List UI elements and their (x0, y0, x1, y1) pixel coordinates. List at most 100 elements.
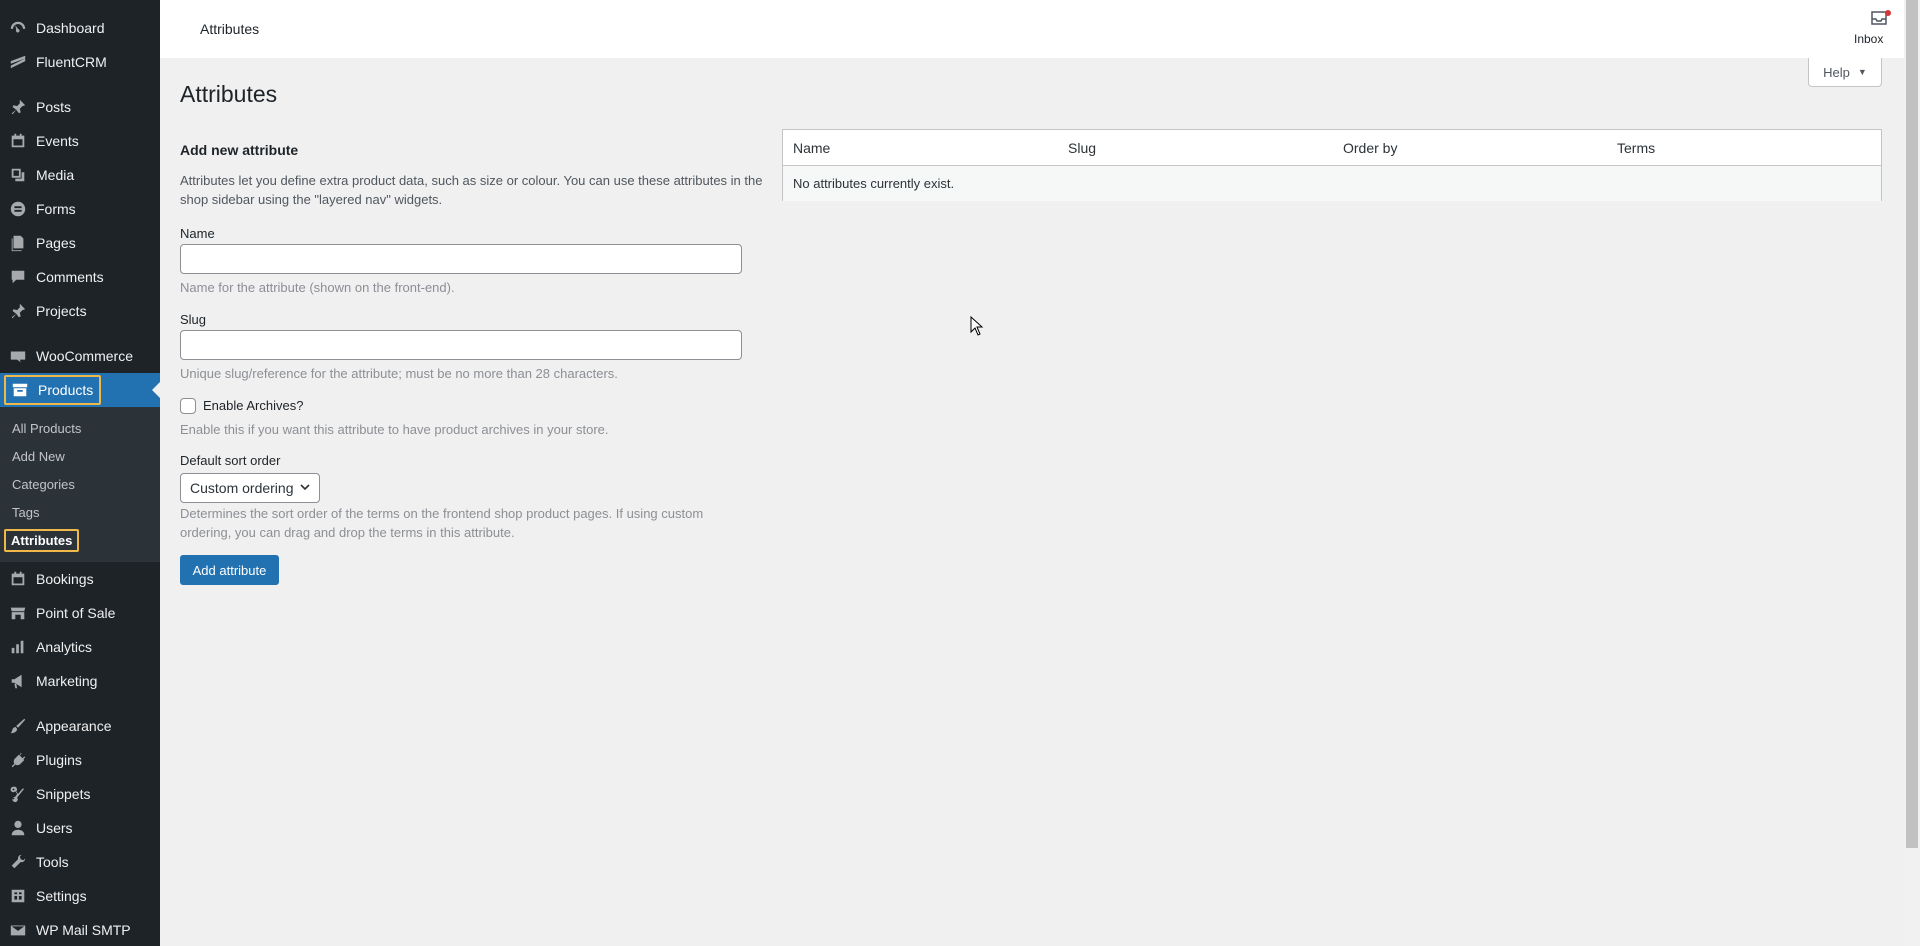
sidebar-item-woocommerce[interactable]: WooCommerce (0, 339, 160, 373)
calendar-icon (8, 131, 28, 151)
sort-order-select[interactable]: Custom ordering (180, 473, 320, 503)
inbox-label: Inbox (1854, 32, 1884, 46)
sidebar-item-users[interactable]: Users (0, 811, 160, 845)
pages-icon (8, 233, 28, 253)
submenu-add-new[interactable]: Add New (12, 449, 65, 464)
sidebar-item-comments[interactable]: Comments (0, 260, 160, 294)
media-icon (8, 165, 28, 185)
attributes-table: Name Slug Order by Terms No attributes c… (782, 129, 1882, 201)
sidebar-item-label: Bookings (36, 571, 94, 587)
sidebar-item-projects[interactable]: Projects (0, 294, 160, 328)
form-description: Attributes let you define extra product … (180, 173, 763, 207)
enable-archives-checkbox[interactable] (180, 398, 196, 414)
column-header-terms[interactable]: Terms (1617, 140, 1655, 156)
name-hint: Name for the attribute (shown on the fro… (180, 280, 455, 295)
submenu-tags[interactable]: Tags (12, 505, 39, 520)
sidebar-item-bookings[interactable]: Bookings (0, 562, 160, 596)
help-label: Help (1823, 64, 1850, 80)
scrollbar-thumb[interactable] (1906, 0, 1918, 848)
sidebar-item-events[interactable]: Events (0, 124, 160, 158)
comment-icon (8, 267, 28, 287)
form-title: Add new attribute (180, 142, 299, 158)
sidebar-item-label: Analytics (36, 639, 93, 655)
settings-icon (8, 886, 28, 906)
sidebar-item-tools[interactable]: Tools (0, 845, 160, 879)
sort-order-value: Custom ordering (190, 480, 294, 496)
sidebar-item-dashboard[interactable]: Dashboard (0, 11, 160, 45)
sidebar-item-media[interactable]: Media (0, 158, 160, 192)
sidebar-item-appearance[interactable]: Appearance (0, 709, 160, 743)
add-attribute-button[interactable]: Add attribute (180, 555, 279, 585)
sidebar-item-analytics[interactable]: Analytics (0, 630, 160, 664)
submenu-attributes[interactable]: Attributes (4, 529, 80, 552)
pin-icon (8, 97, 28, 117)
woo-icon (8, 346, 28, 366)
column-header-order-by[interactable]: Order by (1343, 140, 1397, 156)
name-input[interactable] (180, 244, 742, 274)
brush-icon (8, 716, 28, 736)
sidebar-item-label: Dashboard (36, 20, 105, 36)
sidebar-item-products[interactable]: Products (0, 373, 160, 407)
sidebar-item-label: Projects (36, 303, 87, 319)
enable-archives-label[interactable]: Enable Archives? (203, 398, 303, 413)
forms-icon (8, 199, 28, 219)
caret-down-icon: ▼ (1857, 67, 1867, 77)
submenu-categories[interactable]: Categories (12, 477, 75, 492)
sidebar-item-settings[interactable]: Settings (0, 879, 160, 913)
wrench-icon (8, 852, 28, 872)
sidebar-item-label: Plugins (36, 752, 82, 768)
sort-order-hint: Determines the sort order of the terms o… (180, 506, 704, 540)
submenu-attributes-label: Attributes (4, 529, 80, 552)
sort-order-label: Default sort order (180, 453, 281, 468)
page-scrollbar[interactable] (1904, 0, 1920, 946)
sidebar-item-label: Media (36, 167, 75, 183)
sidebar-item-snippets[interactable]: Snippets (0, 777, 160, 811)
slug-input[interactable] (180, 330, 742, 360)
plug-icon (8, 750, 28, 770)
notification-dot (1885, 10, 1891, 16)
mail-icon (8, 920, 28, 940)
calendar-icon (8, 569, 28, 589)
help-tab-button[interactable]: Help ▼ (1808, 58, 1882, 87)
table-row: No attributes currently exist. (783, 166, 1881, 201)
sidebar-item-label: Appearance (36, 718, 112, 734)
products-submenu: All Products Add New Categories Tags Att… (0, 407, 160, 562)
sidebar-item-fluentcrm[interactable]: FluentCRM (0, 45, 160, 79)
sidebar-item-label: FluentCRM (36, 54, 107, 70)
sidebar-item-label: Products (38, 382, 94, 398)
sidebar-item-pages[interactable]: Pages (0, 226, 160, 260)
sidebar-item-label: Users (36, 820, 73, 836)
sidebar-item-label: Posts (36, 99, 72, 115)
sidebar-item-label: Snippets (36, 786, 91, 802)
column-header-name[interactable]: Name (793, 140, 830, 156)
submenu-all-products[interactable]: All Products (12, 421, 81, 436)
table-header: Name Slug Order by Terms (783, 130, 1881, 166)
chart-bar-icon (8, 637, 28, 657)
sidebar-item-label: Point of Sale (36, 605, 116, 621)
archive-icon (10, 380, 30, 400)
sidebar-item-plugins[interactable]: Plugins (0, 743, 160, 777)
current-menu-arrow (152, 382, 160, 398)
sidebar-item-wp-mail-smtp[interactable]: WP Mail SMTP (0, 913, 160, 946)
archives-hint: Enable this if you want this attribute t… (180, 422, 609, 437)
slug-hint: Unique slug/reference for the attribute;… (180, 366, 618, 381)
mouse-cursor-icon (970, 316, 984, 336)
sidebar-item-posts[interactable]: Posts (0, 90, 160, 124)
fluentcrm-icon (8, 52, 28, 72)
sidebar-item-label: Tools (36, 854, 69, 870)
empty-table-message: No attributes currently exist. (793, 176, 955, 191)
sidebar-item-label: Forms (36, 201, 76, 217)
sidebar-item-label: Settings (36, 888, 87, 904)
page-header: Attributes Inbox (160, 0, 1904, 58)
column-header-slug[interactable]: Slug (1068, 140, 1096, 156)
sidebar-item-label: Marketing (36, 673, 98, 689)
sidebar-item-label: WooCommerce (36, 348, 133, 364)
sidebar-item-marketing[interactable]: Marketing (0, 664, 160, 698)
inbox-button[interactable]: Inbox (1854, 8, 1904, 52)
store-icon (8, 603, 28, 623)
slug-label: Slug (180, 312, 207, 327)
sidebar-item-label: WP Mail SMTP (36, 922, 131, 938)
sidebar-item-forms[interactable]: Forms (0, 192, 160, 226)
sidebar-item-point-of-sale[interactable]: Point of Sale (0, 596, 160, 630)
breadcrumb: Attributes (200, 21, 260, 37)
